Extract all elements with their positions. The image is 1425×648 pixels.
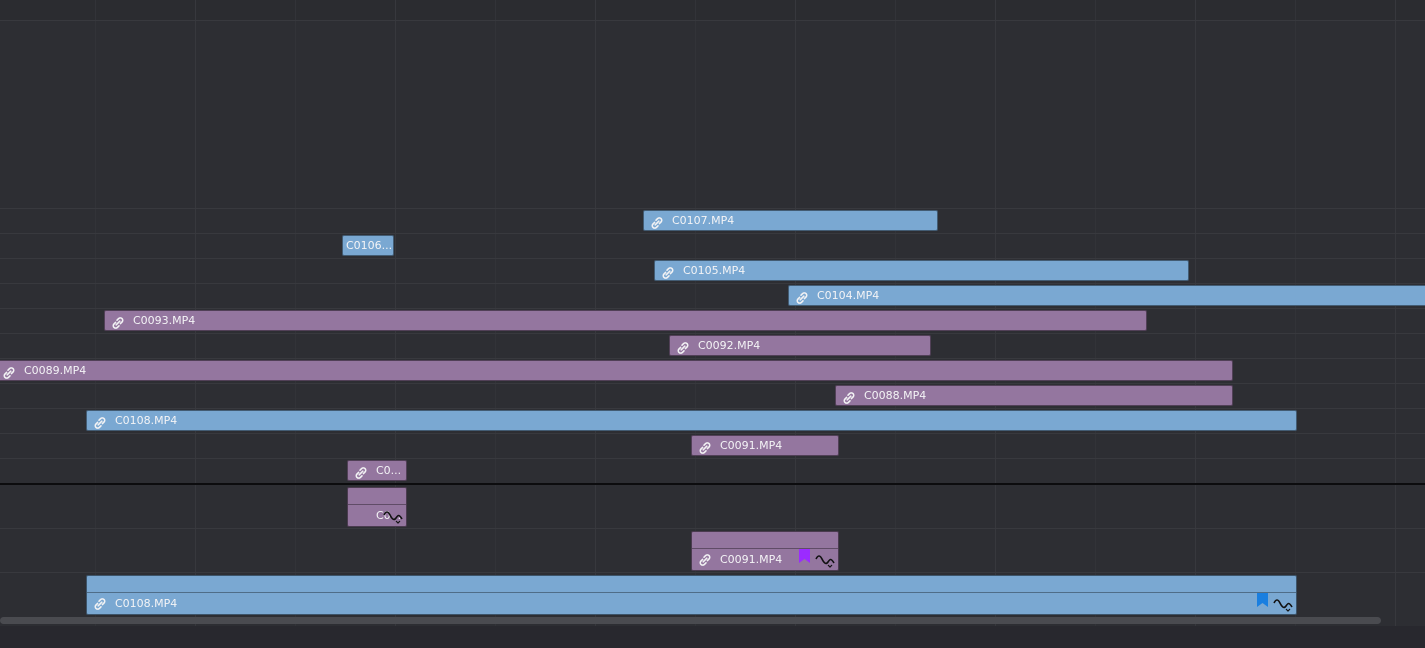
link-icon bbox=[93, 415, 107, 429]
clip-label: C0... bbox=[376, 464, 402, 477]
video-clip[interactable]: C0092.MP4 bbox=[669, 335, 931, 356]
link-icon bbox=[650, 215, 664, 229]
audio-clip[interactable]: C0108.MP4 bbox=[86, 575, 1297, 615]
video-clip[interactable]: C0... bbox=[347, 460, 407, 481]
link-icon bbox=[111, 315, 125, 329]
track-line bbox=[0, 283, 1425, 284]
link-icon bbox=[842, 390, 856, 404]
video-clip[interactable]: C0104.MP4 bbox=[788, 285, 1425, 306]
video-clip[interactable]: C0107.MP4 bbox=[643, 210, 938, 231]
audio-waveform-icon[interactable] bbox=[1273, 597, 1293, 612]
video-clip[interactable]: C0091.MP4 bbox=[691, 435, 839, 456]
clip-label: C0092.MP4 bbox=[698, 339, 761, 352]
clip-label: C0105.MP4 bbox=[683, 264, 746, 277]
horizontal-scrollbar-thumb[interactable] bbox=[0, 617, 1381, 624]
track-line bbox=[0, 308, 1425, 309]
clip-label: C0091.MP4 bbox=[720, 439, 783, 452]
clip-label: C0093.MP4 bbox=[133, 314, 196, 327]
link-icon bbox=[698, 552, 712, 566]
audio-clip[interactable]: C0... bbox=[347, 487, 407, 527]
clip-label: C0089.MP4 bbox=[24, 364, 87, 377]
ruler-timecode: 00:13:43:03 bbox=[1199, 0, 1265, 3]
video-clip[interactable]: C0108.MP4 bbox=[86, 410, 1297, 431]
track-line bbox=[0, 358, 1425, 359]
track-line bbox=[0, 333, 1425, 334]
track-line bbox=[0, 433, 1425, 434]
ruler-timecode: 00:06:51:14 bbox=[599, 0, 665, 3]
audio-clip-header bbox=[692, 532, 838, 549]
video-clip[interactable]: C0089.MP4 bbox=[0, 360, 1233, 381]
grid-line bbox=[1395, 0, 1396, 626]
ruler-timecode: 00:09:08:18 bbox=[799, 0, 865, 3]
ruler-timecode: 00:04:34:09 bbox=[399, 0, 465, 3]
link-icon bbox=[93, 596, 107, 610]
ruler-timecode: 00:00:00:00 bbox=[0, 0, 65, 3]
clip-label: C0107.MP4 bbox=[672, 214, 735, 227]
track-line bbox=[0, 208, 1425, 209]
timeline-panel: 00:00:00:00 00:02:17:04 00:04:34:09 00:06:5… bbox=[0, 0, 1425, 626]
track-line bbox=[0, 20, 1425, 21]
video-clip[interactable]: C0088.MP4 bbox=[835, 385, 1233, 406]
link-icon bbox=[698, 440, 712, 454]
grid-line bbox=[1295, 0, 1296, 626]
track-line bbox=[0, 233, 1425, 234]
link-icon bbox=[2, 365, 16, 379]
track-line bbox=[0, 458, 1425, 459]
clip-label: C0108.MP4 bbox=[115, 597, 178, 610]
link-icon bbox=[795, 290, 809, 304]
audio-waveform-icon[interactable] bbox=[383, 509, 403, 524]
audio-clip-header bbox=[87, 576, 1296, 593]
link-icon bbox=[661, 265, 675, 279]
ruler-timecode: 00:02:17:04 bbox=[199, 0, 265, 3]
track-line bbox=[0, 383, 1425, 384]
track-line bbox=[0, 572, 1425, 573]
track-line bbox=[0, 528, 1425, 529]
clip-label: C0106... bbox=[346, 239, 393, 252]
grid-line bbox=[95, 0, 96, 626]
clip-label: C0104.MP4 bbox=[817, 289, 880, 302]
video-audio-divider[interactable] bbox=[0, 483, 1425, 485]
audio-waveform-icon[interactable] bbox=[815, 553, 835, 568]
timecode-ruler[interactable]: 00:00:00:00 00:02:17:04 00:04:34:09 00:06:5… bbox=[0, 0, 1425, 21]
track-line bbox=[0, 408, 1425, 409]
clip-label: C0088.MP4 bbox=[864, 389, 927, 402]
clip-marker-icon[interactable] bbox=[799, 548, 810, 563]
clip-label: C0108.MP4 bbox=[115, 414, 178, 427]
ruler-timecode: 00:11:25:23 bbox=[999, 0, 1065, 3]
link-icon bbox=[354, 465, 368, 479]
grid-line bbox=[1195, 0, 1196, 626]
ruler-timecode: 00:16:00:08 bbox=[1399, 0, 1425, 3]
video-clip[interactable]: C0105.MP4 bbox=[654, 260, 1189, 281]
video-clip[interactable]: C0106... bbox=[342, 235, 394, 256]
video-clip[interactable]: C0093.MP4 bbox=[104, 310, 1147, 331]
clip-label: C0091.MP4 bbox=[720, 553, 783, 566]
track-line bbox=[0, 258, 1425, 259]
audio-clip[interactable]: C0091.MP4 bbox=[691, 531, 839, 571]
clip-marker-icon[interactable] bbox=[1257, 592, 1268, 607]
link-icon bbox=[676, 340, 690, 354]
audio-clip-header bbox=[348, 488, 406, 505]
